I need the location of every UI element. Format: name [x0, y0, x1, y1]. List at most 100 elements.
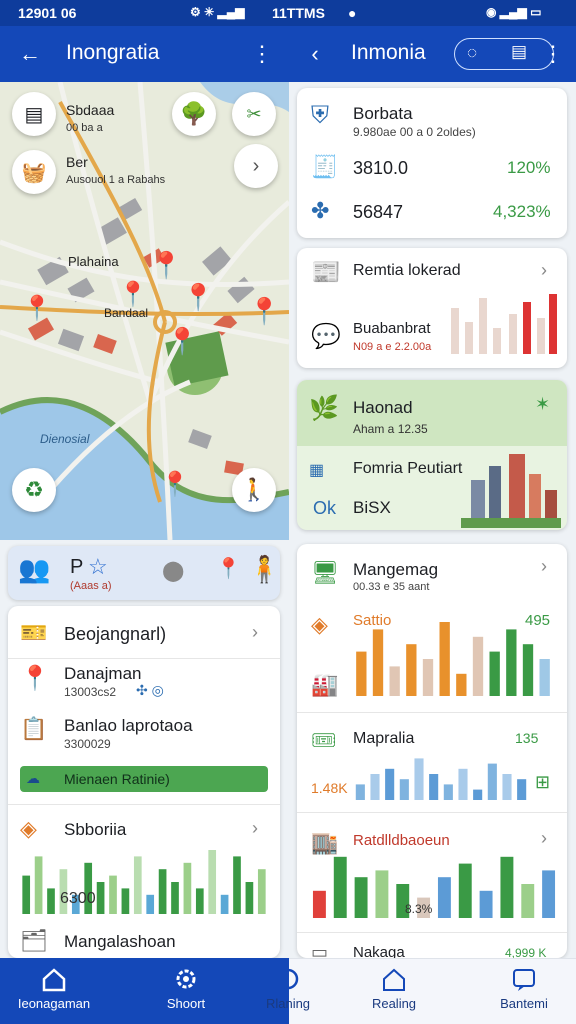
chart-bar — [429, 774, 439, 800]
blue-pin-icon[interactable]: 📍 — [150, 250, 182, 281]
nav-realing[interactable]: Realing — [346, 958, 442, 1024]
chevron-right-icon[interactable]: › — [252, 818, 258, 839]
right-report-card[interactable]: 📰 Remtia lokerad › 💬 Buabanbrat N09 a e … — [297, 248, 567, 368]
chart-bar — [220, 894, 229, 914]
left-list-card: 🎫 Beojangnarl) › 📍 Danajman 13003cs2 ✣ ◎… — [8, 606, 280, 958]
summary-pct-2: 4,323% — [493, 202, 551, 221]
list-row-5[interactable]: Mangalashoan — [64, 932, 176, 952]
blue-bar-chart — [355, 758, 527, 800]
nav-settings[interactable]: Shoort — [138, 958, 234, 1024]
red-pin-icon[interactable]: 📍 — [182, 282, 214, 313]
chart-bar — [389, 666, 400, 696]
shield-icon: ⛨ — [311, 102, 329, 129]
recycle-icon[interactable]: ♻ — [12, 468, 56, 512]
chart-bar — [473, 789, 483, 800]
chart-bar — [333, 856, 347, 918]
list-row-3[interactable]: Banlao laprotaoa — [64, 716, 193, 736]
house-outline-icon — [383, 968, 405, 991]
more-menu-icon[interactable]: ⋮ — [242, 34, 282, 74]
ticket-green-icon: 🎟 — [311, 730, 337, 752]
grid-green-icon[interactable]: ⊞ — [535, 772, 550, 793]
navy-pin-icon[interactable]: 📍 — [22, 294, 52, 323]
status-time-left: 12901 06 — [18, 5, 77, 21]
chart-bar — [437, 877, 451, 918]
refresh-icon[interactable]: ◌ — [467, 43, 477, 63]
list-row-2[interactable]: Danajman — [64, 664, 142, 684]
star-icon[interactable]: ☆ — [88, 554, 108, 580]
chart-bar — [542, 870, 556, 918]
orange-bar-chart — [356, 622, 550, 696]
chart-bar — [443, 784, 453, 800]
star-outline-icon[interactable]: ✶ — [535, 394, 550, 415]
analytics-title: Mangemag — [353, 560, 439, 579]
grey-pin-icon[interactable]: ⬤ — [162, 558, 184, 583]
chevron-right-icon[interactable]: › — [252, 622, 258, 643]
red-marker-icon[interactable]: 📍 — [216, 556, 241, 581]
list-row-2-sub: 13003cs2 — [64, 685, 117, 699]
orange-pin-icon[interactable]: 📍 — [118, 280, 148, 309]
chat-icon: 💬 — [311, 323, 341, 350]
green-pin-icon[interactable]: 📍 — [166, 326, 198, 357]
document-icon[interactable]: ▤ — [511, 42, 527, 62]
chart-bar — [355, 784, 365, 800]
diamond-icon: ◈ — [20, 816, 37, 841]
basket-icon[interactable]: 🧺 — [12, 150, 56, 194]
chart-bar — [208, 850, 217, 914]
progress-label: Mienaen Ratinie) — [64, 771, 170, 787]
chart-bar — [439, 622, 450, 696]
folder-icon: 🗂 — [20, 928, 48, 953]
group-icon: 👥 — [18, 554, 51, 584]
city-map[interactable]: ▤ Sbdaaa 00 ba a 🧺 Ber Ausouol 1 a Rabah… — [0, 82, 289, 540]
overflow-menu-icon[interactable]: ⋮ — [533, 34, 573, 74]
chart-bar — [521, 884, 535, 918]
list-row-4[interactable]: Sbboriia — [64, 820, 126, 840]
left-bar-chart — [22, 850, 266, 914]
nav-home[interactable]: Ieonagaman — [6, 958, 102, 1024]
analytics-row-3-value: 135 — [515, 730, 539, 746]
grid-icon: ▦ — [309, 462, 325, 479]
monitor-icon: 🖥 — [311, 560, 339, 585]
tree-icon[interactable]: 🌳 — [172, 92, 216, 136]
analytics-row-3-left: 1.48K — [311, 780, 348, 796]
map-label-second: Ber — [66, 154, 88, 170]
right-app-title: Inmonia — [351, 41, 426, 64]
list-row-1[interactable]: Beojangnarl) — [64, 624, 166, 645]
chart-bar — [183, 862, 192, 914]
chevron-right-icon[interactable]: › — [234, 144, 278, 188]
nav-bantemi[interactable]: Bantemi — [476, 958, 572, 1024]
chevron-right-icon[interactable]: › — [541, 556, 547, 577]
chart-bar — [502, 774, 512, 800]
pin-tool-icon[interactable]: ✂ — [232, 92, 276, 136]
chart-bar — [171, 882, 179, 914]
divider — [297, 712, 567, 713]
left-app-bar: ← Inongratia ⋮ — [0, 26, 289, 82]
orange-pin-icon-2[interactable]: 📍 — [160, 470, 190, 499]
lime-pin-icon[interactable]: 📍 — [248, 296, 280, 327]
list-view-icon[interactable]: ▤ — [12, 92, 56, 136]
home-icon — [42, 968, 66, 992]
chart-bar — [385, 768, 395, 800]
nav-planning[interactable]: Rlaning — [240, 958, 336, 1024]
analytics-sub: 00.33 e 35 aant — [353, 581, 430, 593]
chart-bar — [500, 856, 514, 918]
chart-bar — [354, 877, 368, 918]
message-icon — [513, 969, 535, 991]
chevron-left-icon[interactable]: ‹ — [295, 34, 335, 74]
bottom-nav: Ieonagaman Shoort Rlaning Realing Bantem… — [0, 958, 576, 1024]
chart-bar — [257, 869, 266, 914]
chart-bar — [539, 659, 550, 696]
map-label-top: Sbdaaa — [66, 102, 115, 118]
compass-icon — [277, 968, 299, 990]
map-pin-label: Plahaina — [68, 254, 119, 269]
map-info-strip[interactable]: 👥 P ☆ (Aaas a) ⬤ 📍 🧍 — [8, 546, 280, 600]
person-walk-icon[interactable]: 🚶 — [232, 468, 276, 512]
chevron-right-icon[interactable]: › — [541, 260, 547, 281]
chart-bar — [47, 888, 55, 914]
back-arrow-icon[interactable]: ← — [10, 34, 50, 74]
chevron-right-icon[interactable]: › — [541, 828, 547, 849]
chart-bar — [158, 869, 167, 914]
highlight-ok[interactable]: Ok — [313, 498, 336, 519]
analytics-row-5: Nakaga — [353, 944, 405, 958]
right-highlight-card[interactable]: 🌿 Haonad Aham a 12.35 ✶ ▦ Fomria Peutiar… — [297, 380, 567, 530]
chart-bar — [414, 758, 424, 800]
